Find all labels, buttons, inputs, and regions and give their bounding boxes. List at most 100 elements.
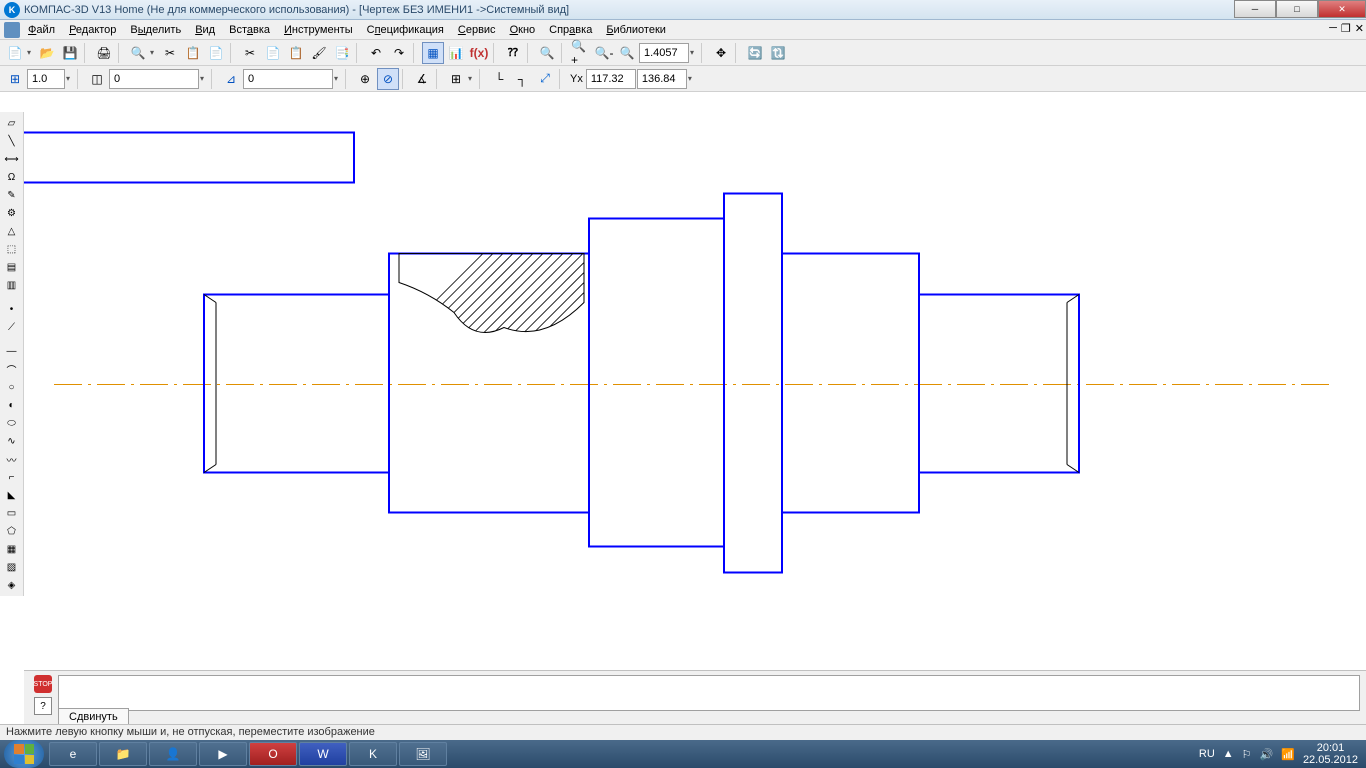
layer-input[interactable] [109, 69, 199, 89]
tool-extra-icon[interactable]: ◈ [2, 576, 22, 594]
new-button[interactable]: 📄 [4, 42, 26, 64]
copy2-button[interactable]: 📄 [262, 42, 284, 64]
zoom-scale-button[interactable]: 🔍 [616, 42, 638, 64]
menu-icon[interactable] [4, 22, 20, 38]
menu-file[interactable]: Файл [22, 22, 61, 38]
tool-hatch-icon[interactable]: ▨ [2, 558, 22, 576]
mdi-minimize[interactable]: ─ [1329, 22, 1337, 35]
geom-edit-icon[interactable]: ✎ [2, 186, 22, 204]
angle-button[interactable]: ∡ [411, 68, 433, 90]
help-cursor-button[interactable]: ⁇ [502, 42, 524, 64]
tool-fillet-icon[interactable]: ⌐ [2, 468, 22, 486]
tray-lang[interactable]: RU [1199, 748, 1215, 760]
ortho1-button[interactable]: └ [488, 68, 510, 90]
snap2-button[interactable]: ⊘ [377, 68, 399, 90]
geom-point-icon[interactable]: ▱ [2, 114, 22, 132]
tool-arc-icon[interactable]: ⌒ [2, 360, 22, 378]
ortho3-button[interactable]: ⤢ [534, 68, 556, 90]
rebuild-button[interactable]: 🔃 [767, 42, 789, 64]
menu-window[interactable]: Окно [504, 22, 542, 38]
menu-insert[interactable]: Вставка [223, 22, 276, 38]
cut-button[interactable]: ✂ [159, 42, 181, 64]
tool-spline-icon[interactable]: ∿ [2, 432, 22, 450]
tool-line-icon[interactable]: ⟋ [2, 318, 22, 336]
start-button[interactable] [4, 740, 44, 768]
coord-y-input[interactable] [637, 69, 687, 89]
tool-point-icon[interactable]: • [2, 300, 22, 318]
mdi-restore[interactable]: ❐ [1341, 22, 1351, 35]
tool-ellipse-icon[interactable]: ⬭ [2, 414, 22, 432]
grid-button[interactable]: ⊞ [445, 68, 467, 90]
maximize-button[interactable]: □ [1276, 0, 1318, 18]
preview-button[interactable]: 🔍 [127, 42, 149, 64]
geom-report-icon[interactable]: ▥ [2, 276, 22, 294]
manager-button[interactable]: ▦ [422, 42, 444, 64]
geom-param-icon[interactable]: ⚙ [2, 204, 22, 222]
tool-seg-icon[interactable]: — [2, 342, 22, 360]
menu-select[interactable]: Выделить [124, 22, 187, 38]
zoom-in-button[interactable]: 🔍+ [570, 42, 592, 64]
task-opera[interactable]: O [249, 742, 297, 766]
menu-service[interactable]: Сервис [452, 22, 502, 38]
menu-view[interactable]: Вид [189, 22, 221, 38]
geom-dim-icon[interactable]: ⟷ [2, 150, 22, 168]
step-input[interactable] [27, 69, 65, 89]
task-photos[interactable]: 🖼 [399, 742, 447, 766]
tool-rect-icon[interactable]: ▭ [2, 504, 22, 522]
layer-icon[interactable]: ◫ [86, 68, 108, 90]
step-icon[interactable]: ⊞ [4, 68, 26, 90]
save-button[interactable]: 💾 [59, 42, 81, 64]
tool-circle-icon[interactable]: ○ [2, 378, 22, 396]
paste-button[interactable]: 📄 [205, 42, 227, 64]
refresh-button[interactable]: 🔄 [744, 42, 766, 64]
menu-library[interactable]: Библиотеки [600, 22, 672, 38]
mdi-close[interactable]: ✕ [1355, 22, 1364, 35]
cut2-button[interactable]: ✂ [239, 42, 261, 64]
redo-button[interactable]: ↷ [388, 42, 410, 64]
zoom-out-button[interactable]: 🔍- [593, 42, 615, 64]
view-icon[interactable]: ⊿ [220, 68, 242, 90]
close-button[interactable]: ✕ [1318, 0, 1366, 18]
format-button[interactable]: 🖌 [308, 42, 330, 64]
fx-button[interactable]: f(x) [468, 42, 490, 64]
tool-bezier-icon[interactable]: 〰 [2, 450, 22, 468]
view-input[interactable] [243, 69, 333, 89]
zoom-window-button[interactable]: 🔍 [536, 42, 558, 64]
task-word[interactable]: W [299, 742, 347, 766]
tray-up-icon[interactable]: ▲ [1223, 748, 1234, 760]
command-input[interactable] [58, 675, 1360, 711]
properties-button[interactable]: 📑 [331, 42, 353, 64]
tray-clock[interactable]: 20:01 22.05.2012 [1303, 742, 1358, 766]
variables-button[interactable]: 📊 [445, 42, 467, 64]
undo-button[interactable]: ↶ [365, 42, 387, 64]
snap1-button[interactable]: ⊕ [354, 68, 376, 90]
drawing-canvas[interactable] [24, 100, 1366, 705]
tray-sound-icon[interactable]: 🔊 [1260, 748, 1274, 761]
menu-help[interactable]: Справка [543, 22, 598, 38]
task-media[interactable]: ▶ [199, 742, 247, 766]
task-kompas[interactable]: K [349, 742, 397, 766]
open-button[interactable]: 📂 [36, 42, 58, 64]
stop-button[interactable]: STOP [34, 675, 52, 693]
print-button[interactable]: 🖨 [93, 42, 115, 64]
tool-chamfer-icon[interactable]: ◣ [2, 486, 22, 504]
help-button[interactable]: ? [34, 697, 52, 715]
tool-region-icon[interactable]: ▦ [2, 540, 22, 558]
tool-poly-icon[interactable]: ⬠ [2, 522, 22, 540]
menu-tools[interactable]: Инструменты [278, 22, 359, 38]
task-explorer[interactable]: 📁 [99, 742, 147, 766]
copy-button[interactable]: 📋 [182, 42, 204, 64]
task-ie[interactable]: e [49, 742, 97, 766]
menu-editor[interactable]: Редактор [63, 22, 122, 38]
zoom-input[interactable] [639, 43, 689, 63]
tray-flag-icon[interactable]: ⚐ [1242, 748, 1252, 761]
minimize-button[interactable]: ─ [1234, 0, 1276, 18]
task-app1[interactable]: 👤 [149, 742, 197, 766]
menu-spec[interactable]: Спецификация [361, 22, 450, 38]
geom-select-icon[interactable]: ⬚ [2, 240, 22, 258]
coord-x-input[interactable] [586, 69, 636, 89]
paste2-button[interactable]: 📋 [285, 42, 307, 64]
tool-circle2-icon[interactable]: ◐ [2, 396, 22, 414]
tray-net-icon[interactable]: 📶 [1281, 748, 1295, 761]
geom-line-icon[interactable]: ╲ [2, 132, 22, 150]
